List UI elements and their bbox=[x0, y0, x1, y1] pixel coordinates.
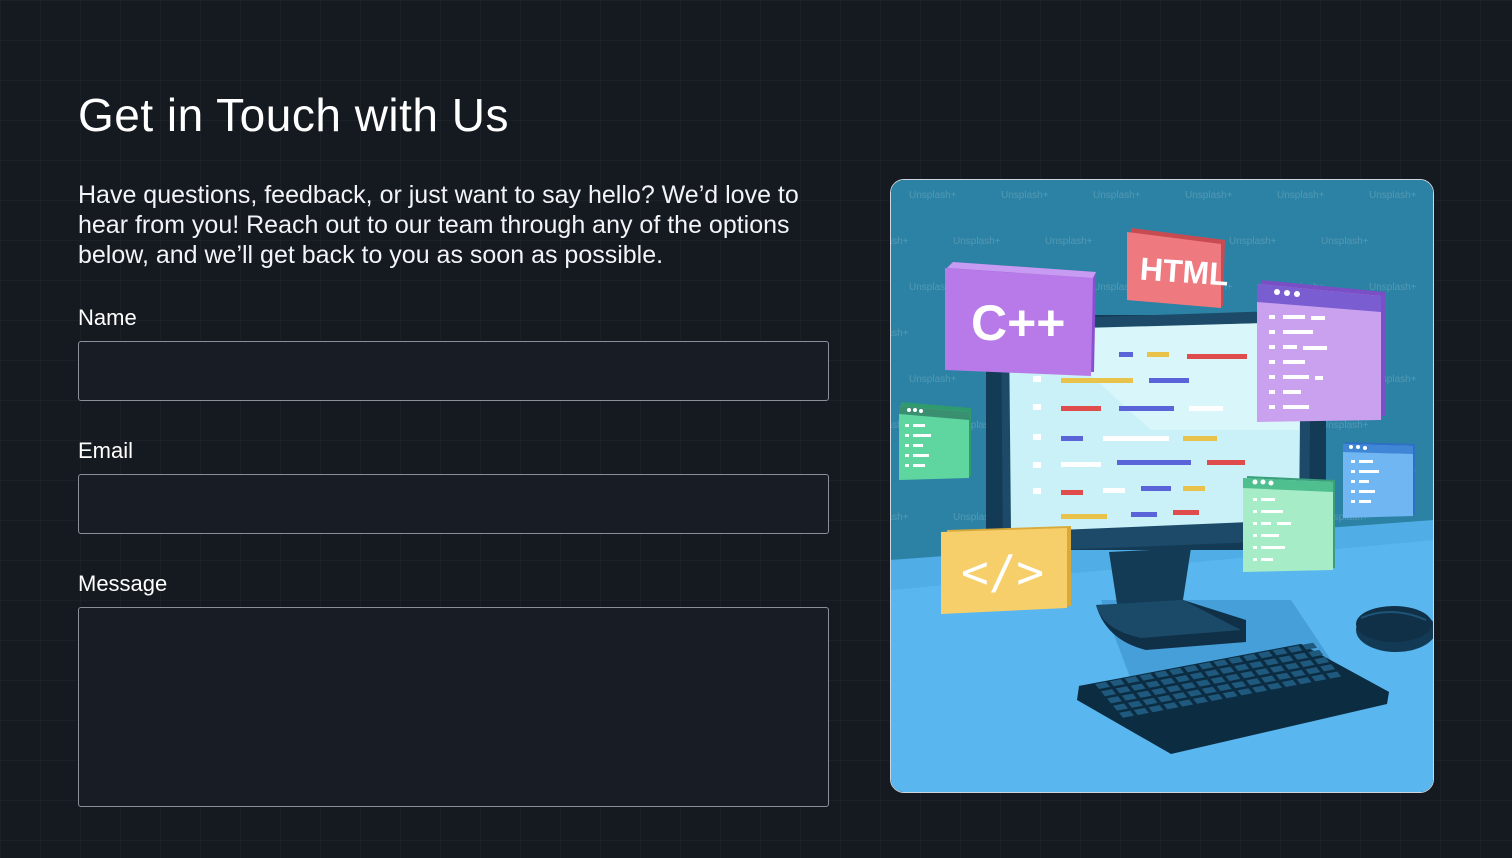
watermark-text: Unsplash+ bbox=[953, 236, 1001, 247]
watermark-text: Unsplash+ bbox=[1045, 236, 1093, 247]
intro-text: Have questions, feedback, or just want t… bbox=[78, 181, 799, 269]
watermark-text: Unsplash+ bbox=[1321, 420, 1369, 431]
html-card: HTML bbox=[1127, 228, 1230, 308]
code-window-purple bbox=[1257, 280, 1385, 422]
watermark-text: Unsplash+ bbox=[1369, 190, 1417, 201]
code-tag-card: </> bbox=[941, 526, 1071, 614]
watermark-text: Unsplash+ bbox=[891, 236, 909, 247]
code-window-mint bbox=[1243, 476, 1335, 572]
watermark-text: Unsplash+ bbox=[1001, 190, 1049, 201]
code-window-blue bbox=[1343, 442, 1415, 518]
watermark-text: Unsplash+ bbox=[891, 512, 909, 523]
page-title: Get in Touch with Us bbox=[78, 89, 510, 141]
email-input[interactable] bbox=[78, 474, 829, 534]
email-label: Email bbox=[78, 438, 134, 463]
coding-illustration-art: Unsplash+ Unsplash+ Unsplash+ Unsplash+ Unsp… bbox=[891, 180, 1433, 792]
code-window-green-left bbox=[899, 402, 971, 480]
watermark-text: Unsplash+ bbox=[1321, 236, 1369, 247]
cpp-card-label: C++ bbox=[971, 295, 1066, 351]
html-card-label: HTML bbox=[1139, 251, 1230, 293]
watermark-text: Unsplash+ bbox=[1229, 236, 1277, 247]
message-label: Message bbox=[78, 571, 168, 596]
watermark-text: Unsplash+ bbox=[909, 190, 957, 201]
watermark-text: Unsplash+ bbox=[891, 328, 909, 339]
contact-form: Name Email Message bbox=[78, 304, 829, 807]
name-input[interactable] bbox=[78, 341, 829, 401]
name-label: Name bbox=[78, 305, 137, 330]
watermark-text: Unsplash+ bbox=[1185, 190, 1233, 201]
watermark-text: Unsplash+ bbox=[1093, 190, 1141, 201]
message-textarea[interactable] bbox=[78, 607, 829, 807]
watermark-text: Unsplash+ bbox=[909, 374, 957, 385]
coding-illustration: Unsplash+ Unsplash+ Unsplash+ Unsplash+ Unsp… bbox=[890, 179, 1434, 793]
code-tag-card-label: </> bbox=[961, 545, 1044, 599]
watermark-text: Unsplash+ bbox=[1277, 190, 1325, 201]
cpp-card: C++ bbox=[945, 262, 1096, 376]
